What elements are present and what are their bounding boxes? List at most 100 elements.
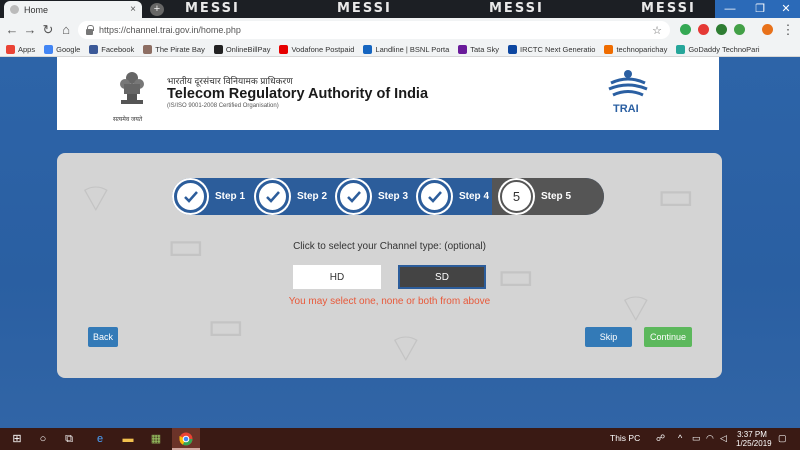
chrome-icon bbox=[179, 432, 193, 446]
this-pc-toolbar[interactable]: This PC bbox=[610, 433, 640, 443]
menu-dots-icon[interactable]: ⋮ bbox=[780, 21, 796, 39]
satellite-dish-icon: ⌔ bbox=[387, 326, 425, 372]
windows-start-icon[interactable]: ⊞ bbox=[10, 432, 24, 446]
step-5[interactable]: 5 Step 5 bbox=[500, 180, 600, 213]
site-header: सत्यमेव जयते भारतीय दूरसंचार विनियामक प्… bbox=[57, 57, 719, 130]
google-icon bbox=[44, 44, 54, 54]
bookmark-item[interactable]: technoparichay bbox=[604, 44, 668, 54]
tv-icon: ▭ bbox=[497, 253, 535, 299]
step-progress-bar: Step 1 Step 2 Step 3 Step 4 5 Step 5 bbox=[172, 178, 604, 215]
task-view-icon[interactable]: ⧉ bbox=[62, 432, 76, 446]
maximize-button[interactable]: ❐ bbox=[745, 0, 775, 18]
godaddy-icon bbox=[676, 44, 686, 54]
new-tab-button[interactable]: + bbox=[150, 3, 164, 16]
cortana-icon[interactable]: ○ bbox=[36, 432, 50, 446]
volume-icon[interactable]: ◁ bbox=[720, 433, 727, 444]
bookmark-label: The Pirate Bay bbox=[155, 44, 205, 54]
tv-icon: ▭ bbox=[207, 303, 245, 349]
tata-sky-icon bbox=[458, 44, 468, 54]
channel-type-prompt: Click to select your Channel type: (opti… bbox=[293, 241, 486, 252]
bookmark-item[interactable]: GoDaddy TechnoPari bbox=[676, 44, 760, 54]
vodafone-icon bbox=[279, 44, 289, 54]
check-icon bbox=[256, 180, 289, 213]
check-icon bbox=[337, 180, 370, 213]
wifi-icon[interactable]: ◠ bbox=[706, 433, 714, 444]
browser-tab[interactable]: Home × bbox=[4, 1, 142, 18]
grammarly-icon[interactable] bbox=[734, 24, 745, 35]
step-label: Step 2 bbox=[297, 191, 328, 202]
address-bar[interactable]: https://channel.trai.gov.in/home.php ☆ bbox=[78, 21, 670, 39]
browser-tab-strip: Home × + MESSI MESSI MESSI MESSI — ❐ ✕ bbox=[0, 0, 800, 18]
bookmark-item[interactable]: OnlineBillPay bbox=[213, 44, 270, 54]
bookmarks-bar: Apps Google Facebook The Pirate Bay OnlineBi… bbox=[0, 42, 800, 57]
close-window-button[interactable]: ✕ bbox=[772, 0, 800, 18]
onlinebillpay-icon bbox=[213, 44, 223, 54]
extension-icon[interactable] bbox=[716, 24, 727, 35]
windows-taskbar: ⊞ ○ ⧉ e ▬ ▦ This PC ☍ ^ ▭ ◠ ◁ 3:37 PM 1/… bbox=[0, 428, 800, 450]
back-arrow-icon[interactable]: ← bbox=[4, 21, 20, 39]
check-icon bbox=[418, 180, 451, 213]
reload-icon[interactable]: ↻ bbox=[40, 21, 56, 39]
theme-word: MESSI bbox=[641, 1, 696, 16]
iso-certification: (IS/ISO 9001-2008 Certified Organisation… bbox=[167, 103, 279, 109]
bookmark-label: Landline | BSNL Porta bbox=[375, 44, 450, 54]
url-text: https://channel.trai.gov.in/home.php bbox=[99, 25, 241, 35]
notification-icon[interactable]: ▢ bbox=[778, 433, 787, 444]
step-number-badge: 5 bbox=[500, 180, 533, 213]
sd-option-button[interactable]: SD bbox=[398, 265, 486, 289]
system-clock[interactable]: 3:37 PM 1/25/2019 bbox=[736, 430, 772, 448]
national-emblem-icon bbox=[120, 72, 144, 104]
bookmark-item[interactable]: Vodafone Postpaid bbox=[279, 44, 354, 54]
tray-chevron-icon[interactable]: ^ bbox=[678, 433, 682, 443]
bookmark-label: GoDaddy TechnoPari bbox=[688, 44, 760, 54]
trai-logo-text: TRAI bbox=[613, 103, 639, 115]
bookmark-item[interactable]: Tata Sky bbox=[458, 44, 499, 54]
tab-title: Home bbox=[24, 4, 49, 15]
bookmark-star-icon[interactable]: ☆ bbox=[652, 24, 662, 37]
trai-logo-icon bbox=[608, 70, 648, 97]
browser-toolbar: ← → ↻ ⌂ https://channel.trai.gov.in/home… bbox=[0, 18, 800, 42]
step-label: Step 4 bbox=[459, 191, 490, 202]
continue-button[interactable]: Continue bbox=[644, 327, 692, 347]
bookmark-item[interactable]: Facebook bbox=[89, 44, 135, 54]
skip-button[interactable]: Skip bbox=[585, 327, 632, 347]
tv-icon: ▭ bbox=[657, 173, 695, 219]
profile-avatar[interactable] bbox=[762, 24, 773, 35]
emblem-caption: सत्यमेव जयते bbox=[113, 117, 143, 123]
irctc-icon bbox=[508, 44, 518, 54]
bookmark-label: Facebook bbox=[101, 44, 135, 54]
chrome-taskbar-item[interactable] bbox=[172, 428, 200, 450]
back-button[interactable]: Back bbox=[88, 327, 118, 347]
bookmark-label: Apps bbox=[18, 44, 36, 54]
network-icon[interactable]: ▭ bbox=[692, 433, 701, 444]
tab-close-icon[interactable]: × bbox=[130, 4, 136, 15]
lock-icon bbox=[86, 24, 94, 35]
bookmark-item[interactable]: The Pirate Bay bbox=[143, 44, 205, 54]
satellite-dish-icon: ⌔ bbox=[617, 286, 655, 332]
theme-word: MESSI bbox=[185, 1, 240, 16]
home-icon[interactable]: ⌂ bbox=[58, 21, 74, 39]
file-explorer-icon[interactable]: ▬ bbox=[121, 432, 135, 446]
selection-hint: You may select one, none or both from ab… bbox=[288, 296, 491, 307]
pinned-app-icon[interactable]: ▦ bbox=[149, 432, 163, 446]
apps-grid-icon bbox=[6, 44, 15, 54]
people-icon[interactable]: ☍ bbox=[656, 433, 665, 444]
page-content: सत्यमेव जयते भारतीय दूरसंचार विनियामक प्… bbox=[0, 57, 800, 428]
bookmark-label: technoparichay bbox=[616, 44, 668, 54]
bookmark-item[interactable]: Apps bbox=[6, 44, 36, 54]
step-label: Step 3 bbox=[378, 191, 409, 202]
forward-arrow-icon[interactable]: → bbox=[22, 21, 38, 39]
page-title: Telecom Regulatory Authority of India bbox=[167, 86, 429, 102]
extension-icon[interactable] bbox=[698, 24, 709, 35]
clock-time: 3:37 PM bbox=[737, 430, 767, 439]
step-label: Step 1 bbox=[215, 191, 246, 202]
extension-icon[interactable] bbox=[680, 24, 691, 35]
bsnl-icon bbox=[363, 44, 373, 54]
bookmark-item[interactable]: Google bbox=[44, 44, 80, 54]
bookmark-item[interactable]: Landline | BSNL Porta bbox=[363, 44, 450, 54]
minimize-button[interactable]: — bbox=[715, 0, 745, 18]
edge-icon[interactable]: e bbox=[93, 432, 107, 446]
hd-option-button[interactable]: HD bbox=[293, 265, 381, 289]
channel-selection-card: ⌔ ▭ ▭ ▭ ⌔ ▭ ⌔ Step 1 Step 2 Step 3 Step … bbox=[57, 153, 722, 378]
bookmark-item[interactable]: IRCTC Next Generatio bbox=[508, 44, 595, 54]
